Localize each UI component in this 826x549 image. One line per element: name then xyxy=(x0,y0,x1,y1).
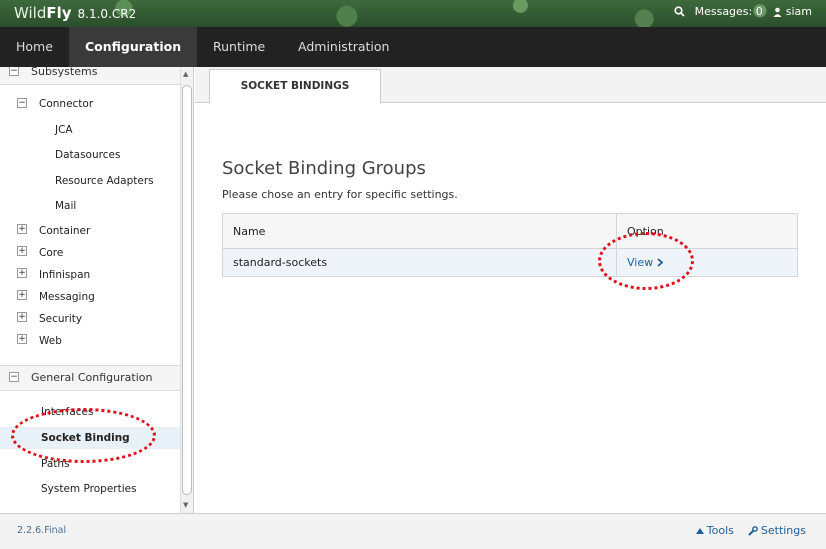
nav-runtime[interactable]: Runtime xyxy=(197,27,281,67)
connector-collapse-icon[interactable]: − xyxy=(17,98,27,108)
messages-link[interactable]: Messages: 0 xyxy=(695,5,763,18)
brand-bold: Fly xyxy=(46,4,72,22)
expand-icon[interactable]: + xyxy=(17,268,27,278)
footer: 2.2.6.Final Tools Settings xyxy=(0,513,826,549)
app-logo[interactable]: WildFly 8.1.0.CR2 xyxy=(14,4,136,22)
user-icon xyxy=(773,7,782,17)
main-content: SOCKET BINDINGS Socket Binding Groups Pl… xyxy=(195,67,826,513)
column-header-option: Option xyxy=(627,224,664,238)
table-header: Name Option xyxy=(223,214,797,249)
header-actions: Messages: 0 siam xyxy=(673,5,812,18)
settings-link[interactable]: Settings xyxy=(748,524,806,537)
page-description: Please chose an entry for specific setti… xyxy=(222,188,458,201)
nav-administration[interactable]: Administration xyxy=(282,27,405,67)
sidebar-item-system-properties[interactable]: System Properties xyxy=(0,478,180,500)
footer-version[interactable]: 2.2.6.Final xyxy=(17,525,66,536)
socket-binding-groups-table: Name Option standard-sockets View xyxy=(222,213,798,277)
sidebar: − Subsystems − Connector JCA Datasources… xyxy=(0,67,194,513)
chevron-right-icon xyxy=(657,258,664,267)
collapse-icon[interactable]: − xyxy=(9,372,19,382)
tree-item-core[interactable]: Core xyxy=(39,247,63,259)
user-menu[interactable]: siam xyxy=(773,5,812,18)
expand-icon[interactable]: + xyxy=(17,312,27,322)
row-option: View xyxy=(617,249,797,276)
wrench-icon xyxy=(748,525,758,536)
tree-item-connector[interactable]: Connector xyxy=(39,98,93,110)
search-icon xyxy=(673,6,685,17)
general-config-header[interactable]: − General Configuration xyxy=(0,365,180,391)
tree-item-container[interactable]: Container xyxy=(39,225,90,237)
general-config-label: General Configuration xyxy=(31,371,153,384)
app-version: 8.1.0.CR2 xyxy=(77,7,137,21)
tree-item-security[interactable]: Security xyxy=(39,313,82,325)
tree-item-mail[interactable]: Mail xyxy=(55,200,76,212)
expand-icon[interactable]: + xyxy=(17,246,27,256)
view-link[interactable]: View xyxy=(627,256,664,269)
search-button[interactable] xyxy=(673,6,685,17)
sidebar-scrollbar[interactable]: ▲ ▼ xyxy=(180,67,193,513)
sidebar-item-interfaces[interactable]: Interfaces xyxy=(0,401,180,423)
column-header-name: Name xyxy=(223,214,617,248)
tree-item-web[interactable]: Web xyxy=(39,335,62,347)
row-name: standard-sockets xyxy=(223,249,617,276)
expand-icon[interactable]: + xyxy=(17,290,27,300)
table-row[interactable]: standard-sockets View xyxy=(223,249,797,276)
subsystems-label: Subsystems xyxy=(31,67,98,78)
settings-label: Settings xyxy=(760,524,806,537)
expand-icon[interactable]: + xyxy=(17,224,27,234)
scroll-up-icon[interactable]: ▲ xyxy=(183,70,188,78)
brand-light: Wild xyxy=(14,4,47,22)
tree-item-resource-adapters[interactable]: Resource Adapters xyxy=(55,175,154,187)
caret-up-icon xyxy=(695,527,704,534)
collapse-icon[interactable]: − xyxy=(9,67,19,76)
view-label: View xyxy=(627,256,654,269)
scroll-down-icon[interactable]: ▼ xyxy=(183,501,188,509)
expand-icon[interactable]: + xyxy=(17,334,27,344)
footer-links: Tools Settings xyxy=(695,524,806,537)
nav-configuration[interactable]: Configuration xyxy=(69,27,198,67)
sidebar-item-paths[interactable]: Paths xyxy=(0,453,180,475)
tab-strip: SOCKET BINDINGS xyxy=(195,67,826,104)
tab-socket-bindings[interactable]: SOCKET BINDINGS xyxy=(209,69,381,104)
sidebar-item-socket-binding[interactable]: Socket Binding xyxy=(0,427,180,449)
tools-link[interactable]: Tools xyxy=(695,524,734,537)
nav-home[interactable]: Home xyxy=(0,27,69,67)
tree-item-datasources[interactable]: Datasources xyxy=(55,149,120,161)
user-name: siam xyxy=(785,5,812,18)
scroll-thumb[interactable] xyxy=(182,85,192,495)
main-nav: Home Configuration Runtime Administratio… xyxy=(0,27,826,67)
subsystems-header[interactable]: − Subsystems xyxy=(0,67,180,85)
page-title: Socket Binding Groups xyxy=(222,158,426,179)
tree-item-messaging[interactable]: Messaging xyxy=(39,291,95,303)
tree-item-infinispan[interactable]: Infinispan xyxy=(39,269,90,281)
tree-item-jca[interactable]: JCA xyxy=(55,124,73,136)
brand-bar: WildFly 8.1.0.CR2 Messages: 0 siam xyxy=(0,0,826,27)
tools-label: Tools xyxy=(706,524,734,537)
